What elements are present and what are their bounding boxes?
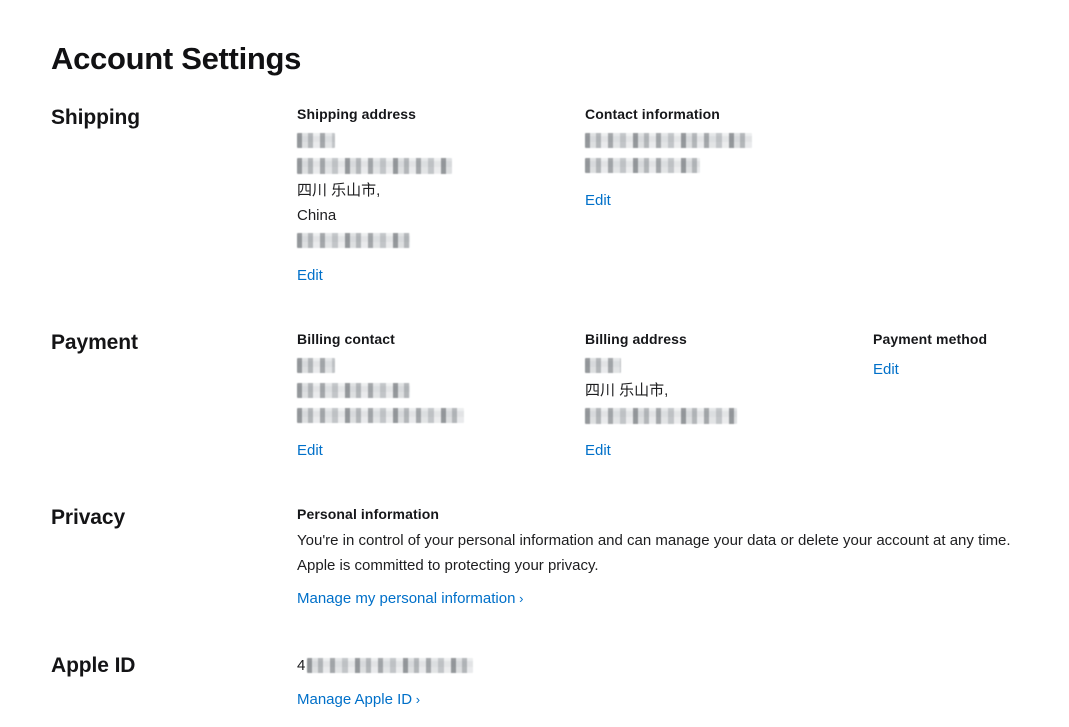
section-label-privacy: Privacy: [51, 506, 126, 529]
billing-contact-line-redacted: [297, 353, 572, 378]
edit-payment-method-link[interactable]: Edit: [873, 359, 899, 381]
billing-contact-block: Billing contact Edit: [297, 330, 572, 462]
edit-billing-contact-link[interactable]: Edit: [297, 440, 323, 462]
redacted-text: [585, 158, 700, 173]
section-label-shipping: Shipping: [51, 106, 141, 129]
contact-information-heading: Contact information: [585, 106, 720, 122]
personal-information-block: Personal information You're in control o…: [297, 505, 1027, 610]
edit-billing-address-link[interactable]: Edit: [585, 440, 611, 462]
shipping-address-line-redacted: [297, 228, 572, 253]
apple-id-block: 4 Manage Apple ID ›: [297, 653, 1027, 711]
contact-information-line-redacted: [585, 128, 860, 153]
shipping-address-line-redacted: [297, 128, 572, 153]
section-label-apple-id: Apple ID: [51, 654, 136, 677]
payment-method-heading: Payment method: [873, 331, 988, 347]
payment-method-block: Payment method Edit: [873, 330, 1063, 381]
redacted-text: [307, 658, 474, 673]
redacted-text: [297, 358, 335, 373]
billing-address-city: 四川 乐山市,: [585, 382, 669, 399]
billing-address-line-redacted: [585, 403, 860, 428]
page-title: Account Settings: [51, 40, 302, 76]
billing-address-line-redacted: [585, 353, 860, 378]
billing-contact-line-redacted: [297, 403, 572, 428]
redacted-text: [297, 133, 335, 148]
account-settings-page: Account Settings Shipping Shipping addre…: [0, 0, 1069, 727]
shipping-address-city: 四川 乐山市,: [297, 182, 381, 199]
chevron-right-icon: ›: [412, 692, 421, 707]
shipping-address-heading: Shipping address: [297, 106, 417, 122]
manage-apple-id-link[interactable]: Manage Apple ID ›: [297, 689, 420, 711]
shipping-address-block: Shipping address 四川 乐山市, China Edit: [297, 105, 572, 287]
redacted-text: [585, 358, 621, 373]
section-label-payment: Payment: [51, 331, 138, 354]
billing-address-heading: Billing address: [585, 331, 687, 347]
billing-contact-line-redacted: [297, 378, 572, 403]
shipping-address-country: China: [297, 207, 337, 224]
redacted-text: [297, 233, 410, 248]
redacted-text: [297, 408, 464, 423]
redacted-text: [585, 407, 737, 424]
chevron-right-icon: ›: [515, 591, 524, 606]
billing-address-block: Billing address 四川 乐山市, Edit: [585, 330, 860, 462]
redacted-text: [585, 133, 752, 148]
manage-personal-information-label: Manage my personal information: [297, 590, 516, 607]
redacted-text: [297, 157, 452, 174]
edit-contact-information-link[interactable]: Edit: [585, 190, 611, 212]
billing-contact-heading: Billing contact: [297, 331, 395, 347]
apple-id-value-prefix: 4: [297, 657, 306, 674]
apple-id-value: 4: [297, 653, 1027, 678]
edit-shipping-address-link[interactable]: Edit: [297, 265, 323, 287]
redacted-text: [297, 383, 410, 398]
shipping-address-line-redacted: [297, 153, 572, 178]
manage-personal-information-link[interactable]: Manage my personal information ›: [297, 588, 523, 610]
manage-apple-id-label: Manage Apple ID: [297, 691, 413, 708]
contact-information-block: Contact information Edit: [585, 105, 860, 212]
contact-information-line-redacted: [585, 153, 860, 178]
personal-information-heading: Personal information: [297, 506, 440, 522]
personal-information-body: You're in control of your personal infor…: [297, 532, 1011, 574]
